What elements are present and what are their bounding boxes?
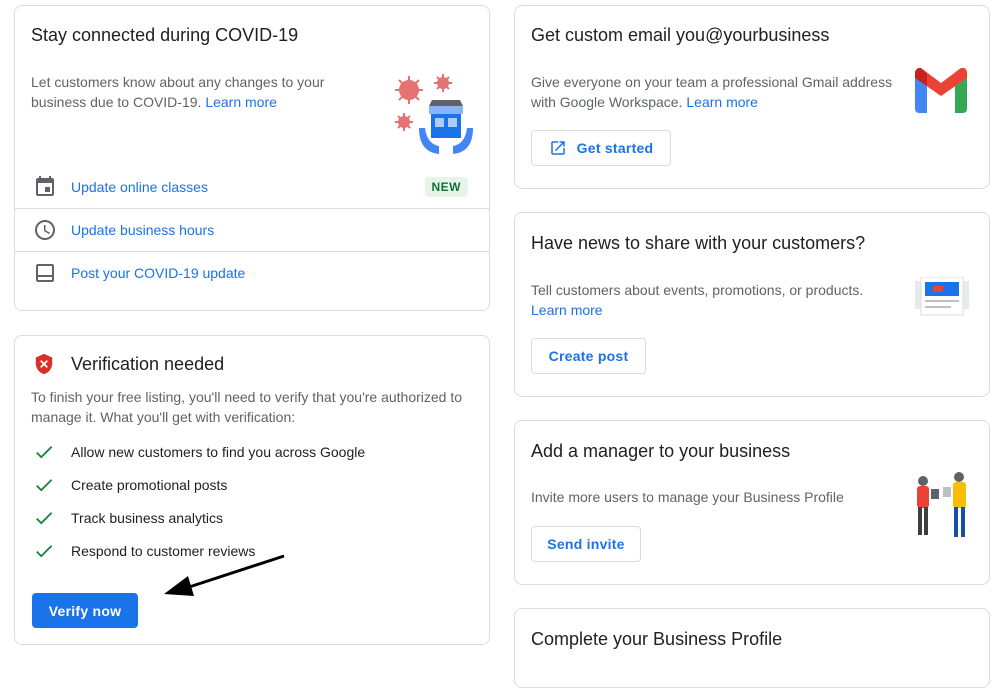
covid-card: Stay connected during COVID-19 Let custo…	[14, 5, 490, 311]
benefit-label: Allow new customers to find you across G…	[71, 444, 366, 460]
add-manager-card: Add a manager to your business Invite mo…	[514, 420, 990, 585]
custom-email-title: Get custom email you@yourbusiness	[531, 25, 830, 45]
covid-store-illustration	[395, 74, 473, 154]
news-learn-more-link[interactable]: Learn more	[531, 302, 603, 318]
add-manager-description: Invite more users to manage your Busines…	[531, 489, 844, 505]
update-online-classes-link[interactable]: Update online classes	[71, 179, 208, 195]
benefit-label: Track business analytics	[71, 510, 223, 526]
covid-card-desc-text: Let customers know about any changes to …	[31, 74, 325, 110]
create-post-button[interactable]: Create post	[531, 338, 646, 374]
new-badge: NEW	[424, 176, 468, 197]
post-covid-update-row[interactable]: Post your COVID-19 update	[15, 251, 489, 294]
checkmark-icon	[36, 545, 53, 558]
gmail-logo-icon	[915, 68, 968, 113]
verification-title: Verification needed	[71, 354, 225, 374]
complete-profile-title: Complete your Business Profile	[531, 629, 783, 649]
verification-description: To finish your free listing, you'll need…	[31, 389, 463, 425]
news-title: Have news to share with your customers?	[531, 233, 866, 253]
calendar-icon	[36, 176, 54, 196]
arrow-annotation	[164, 554, 285, 596]
shield-warning-icon	[35, 353, 53, 375]
post-icon	[36, 264, 54, 282]
news-description: Tell customers about events, promotions,…	[531, 280, 876, 320]
add-manager-title: Add a manager to your business	[531, 441, 791, 461]
people-illustration	[917, 472, 966, 537]
news-desc-text: Tell customers about events, promotions,…	[531, 282, 864, 298]
verify-now-button[interactable]: Verify now	[32, 593, 138, 628]
open-in-new-icon	[550, 141, 565, 155]
custom-email-learn-more-link[interactable]: Learn more	[686, 94, 758, 110]
custom-email-description: Give everyone on your team a professiona…	[531, 72, 896, 112]
checkmark-icon	[36, 479, 53, 492]
get-started-label: Get started	[576, 140, 654, 156]
send-invite-button[interactable]: Send invite	[531, 526, 641, 562]
verification-card: Verification needed To finish your free …	[14, 335, 490, 645]
update-online-classes-row[interactable]: Update online classes NEW	[15, 165, 489, 208]
get-started-button[interactable]: Get started	[531, 130, 671, 166]
covid-learn-more-link[interactable]: Learn more	[205, 94, 277, 110]
update-business-hours-row[interactable]: Update business hours	[15, 208, 489, 251]
complete-profile-card: Complete your Business Profile	[514, 608, 990, 688]
newspaper-illustration	[915, 277, 969, 316]
checkmark-icon	[36, 512, 53, 525]
covid-card-description: Let customers know about any changes to …	[31, 72, 351, 112]
news-card: Have news to share with your customers? …	[514, 212, 990, 397]
checkmark-icon	[36, 446, 53, 459]
clock-icon	[35, 220, 55, 240]
covid-card-title: Stay connected during COVID-19	[31, 25, 299, 45]
update-business-hours-link[interactable]: Update business hours	[71, 222, 214, 238]
custom-email-card: Get custom email you@yourbusiness Give e…	[514, 5, 990, 189]
post-covid-update-link[interactable]: Post your COVID-19 update	[71, 265, 245, 281]
benefit-label: Create promotional posts	[71, 477, 228, 493]
